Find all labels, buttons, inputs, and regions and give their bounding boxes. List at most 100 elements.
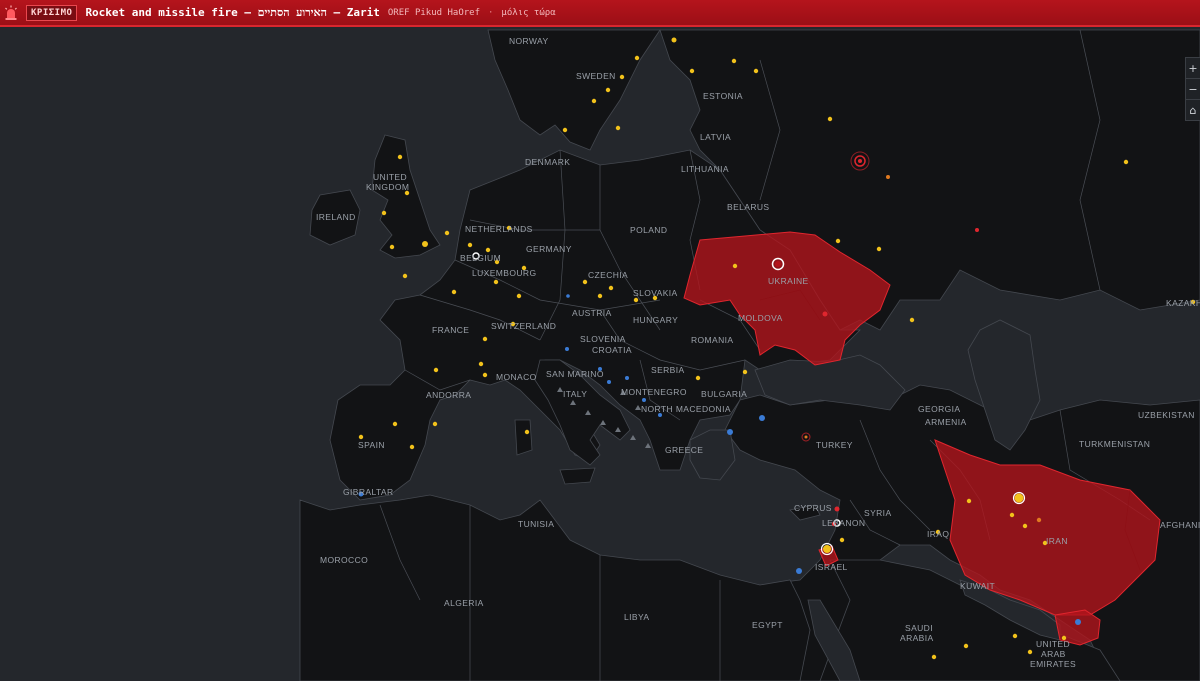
event-dot[interactable]	[392, 421, 398, 427]
label-georgia: GEORGIA	[918, 404, 960, 414]
alert-title[interactable]: Rocket and missile fire — האירוע הסתיים …	[85, 6, 379, 19]
reset-view-button[interactable]: ⌂	[1186, 100, 1200, 120]
event-dot[interactable]	[753, 68, 759, 74]
label-serbia: SERBIA	[651, 365, 685, 375]
zoom-out-button[interactable]: −	[1186, 79, 1200, 100]
label-israel: ISRAEL	[815, 562, 848, 572]
land-sicily	[559, 467, 596, 485]
event-dot[interactable]	[727, 429, 733, 435]
event-dot[interactable]	[695, 375, 701, 381]
event-dot[interactable]	[759, 415, 765, 421]
event-dot[interactable]	[451, 289, 457, 295]
event-dot[interactable]	[732, 263, 738, 269]
event-dot[interactable]	[1027, 649, 1033, 655]
event-dot[interactable]	[634, 55, 640, 61]
event-dot[interactable]	[397, 154, 403, 160]
zoom-in-button[interactable]: +	[1186, 58, 1200, 79]
event-dot[interactable]	[516, 293, 522, 299]
label-cyprus: CYPRUS	[794, 503, 832, 513]
event-dot[interactable]	[633, 297, 639, 303]
event-dot[interactable]	[478, 361, 484, 367]
event-dot[interactable]	[1022, 523, 1028, 529]
event-dot[interactable]	[433, 367, 439, 373]
event-dot[interactable]	[827, 116, 833, 122]
label-kuwait: KUWAIT	[960, 581, 995, 591]
event-dot[interactable]	[822, 311, 828, 317]
label-saudi-arabia-line1: SAUDI	[905, 623, 933, 633]
event-dot[interactable]	[493, 279, 499, 285]
event-dot[interactable]	[1012, 633, 1018, 639]
label-libya: LIBYA	[624, 612, 649, 622]
event-dot[interactable]	[796, 568, 802, 574]
event-dot[interactable]	[876, 246, 882, 252]
event-dot[interactable]	[963, 643, 969, 649]
event-dot[interactable]	[597, 293, 603, 299]
event-dot[interactable]	[1123, 159, 1129, 165]
event-dot[interactable]	[582, 279, 588, 285]
label-belgium: BELGIUM	[460, 253, 501, 263]
event-dot[interactable]	[966, 498, 972, 504]
event-dot[interactable]	[482, 372, 488, 378]
event-dot[interactable]	[402, 273, 408, 279]
event-dot[interactable]	[1075, 619, 1081, 625]
event-dot[interactable]	[389, 244, 395, 250]
event-dot[interactable]	[886, 175, 890, 179]
highlight-marker-core	[775, 261, 781, 267]
event-dot[interactable]	[444, 230, 450, 236]
event-dot[interactable]	[1036, 517, 1042, 523]
event-dot[interactable]	[731, 58, 737, 64]
event-dot[interactable]	[834, 506, 840, 512]
label-poland: POLAND	[630, 225, 667, 235]
label-bulgaria: BULGARIA	[701, 389, 747, 399]
event-dot[interactable]	[909, 317, 915, 323]
pulse-marker-core	[858, 159, 862, 163]
label-slovakia: SLOVAKIA	[633, 288, 678, 298]
event-dot[interactable]	[642, 398, 646, 402]
event-dot[interactable]	[835, 238, 841, 244]
event-dot[interactable]	[625, 376, 629, 380]
label-belarus: BELARUS	[727, 202, 769, 212]
land-sardinia	[514, 419, 533, 456]
event-dot[interactable]	[605, 87, 611, 93]
event-dot[interactable]	[608, 285, 614, 291]
alert-banner[interactable]: ΚΡΙΣΙΜΟ Rocket and missile fire — האירוע…	[0, 0, 1200, 27]
event-dot[interactable]	[839, 537, 845, 543]
event-dot[interactable]	[422, 241, 428, 247]
event-dot[interactable]	[485, 247, 491, 253]
event-dot[interactable]	[742, 369, 748, 375]
event-dot[interactable]	[975, 228, 979, 232]
label-iran: IRAN	[1046, 536, 1068, 546]
event-dot[interactable]	[607, 380, 611, 384]
event-dot[interactable]	[1014, 493, 1024, 503]
event-dot[interactable]	[823, 545, 831, 553]
label-morocco: MOROCCO	[320, 555, 368, 565]
label-andorra: ANDORRA	[426, 390, 471, 400]
label-san-marino: SAN MARINO	[546, 369, 604, 379]
event-dot[interactable]	[591, 98, 597, 104]
event-dot[interactable]	[565, 347, 569, 351]
event-dot[interactable]	[467, 242, 473, 248]
label-hungary: HUNGARY	[633, 315, 678, 325]
event-dot[interactable]	[671, 37, 677, 43]
event-dot[interactable]	[689, 68, 695, 74]
event-dot[interactable]	[619, 74, 625, 80]
label-luxembourg: LUXEMBOURG	[472, 268, 536, 278]
event-dot[interactable]	[482, 336, 488, 342]
map-canvas[interactable]: NORWAY SWEDEN ESTONIA LATVIA DENMARK LIT…	[0, 27, 1200, 681]
label-estonia: ESTONIA	[703, 91, 743, 101]
event-dot[interactable]	[409, 444, 415, 450]
alert-source: OREF Pikud HaOref	[387, 7, 480, 18]
event-dot[interactable]	[615, 125, 621, 131]
label-latvia: LATVIA	[700, 132, 731, 142]
event-dot[interactable]	[566, 294, 570, 298]
event-dot[interactable]	[358, 434, 364, 440]
map-view[interactable]: NORWAY SWEDEN ESTONIA LATVIA DENMARK LIT…	[0, 27, 1200, 681]
label-moldova: MOLDOVA	[738, 313, 783, 323]
event-dot[interactable]	[562, 127, 568, 133]
event-dot[interactable]	[381, 210, 387, 216]
label-united-kingdom-line1: UNITED	[373, 172, 407, 182]
event-dot[interactable]	[524, 429, 530, 435]
event-dot[interactable]	[1009, 512, 1015, 518]
event-dot[interactable]	[432, 421, 438, 427]
event-dot[interactable]	[931, 654, 937, 660]
